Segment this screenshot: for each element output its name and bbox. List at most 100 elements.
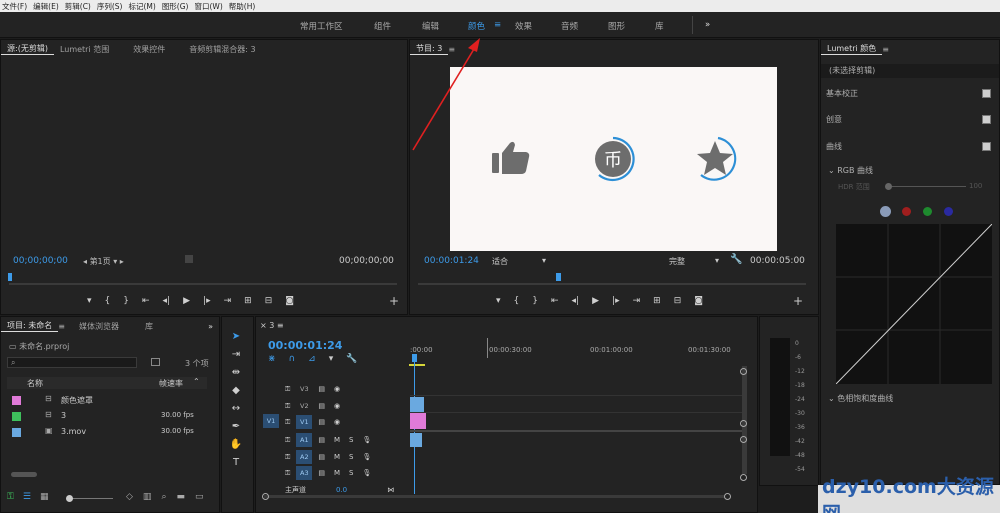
h-scrollbar[interactable] <box>264 495 724 498</box>
settings-icon[interactable] <box>185 255 193 263</box>
menu-sequence[interactable]: 序列(S) <box>97 1 123 12</box>
tab-libraries[interactable]: 库 <box>139 321 159 332</box>
panel-menu-icon[interactable]: ≡ <box>882 45 889 54</box>
timeline-playhead-handle[interactable] <box>412 354 417 362</box>
mute-icon[interactable]: M <box>334 453 340 461</box>
menu-clip[interactable]: 剪辑(C) <box>65 1 91 12</box>
lock-icon[interactable]: ⚿ <box>285 402 290 411</box>
menu-graphics[interactable]: 图形(G) <box>162 1 189 12</box>
lock-icon[interactable]: ⚿ <box>285 418 290 427</box>
rgb-curve-graph[interactable] <box>836 224 992 384</box>
overwrite-icon[interactable]: ⊟ <box>265 296 273 306</box>
section-curves[interactable]: 曲线 <box>826 139 991 153</box>
program-playhead[interactable] <box>556 273 561 281</box>
tab-media-browser[interactable]: 媒体浏览器 <box>73 321 125 332</box>
tab-source[interactable]: 源:(无剪辑) <box>1 43 54 55</box>
lock-icon[interactable]: ⚿ <box>7 492 14 502</box>
source-time-ruler[interactable] <box>9 283 397 285</box>
track-v3[interactable]: ⚿ V3 ▤ ◉ <box>285 381 340 397</box>
razor-tool-icon[interactable]: ◆ <box>229 384 243 398</box>
hue-sat-header[interactable]: ⌄ 色相饱和度曲线 <box>828 393 893 404</box>
extract-icon[interactable]: ⊟ <box>674 296 682 306</box>
search-input[interactable]: ⌕ <box>7 357 137 368</box>
settings-wrench-icon[interactable]: 🔧 <box>346 354 357 364</box>
sync-icon[interactable]: ▤ <box>318 436 325 444</box>
sync-icon[interactable]: ▤ <box>318 402 325 410</box>
color-matte-clip-v1[interactable] <box>410 413 426 429</box>
workspace-tab-effects[interactable]: 效果 <box>515 20 532 32</box>
list-item[interactable]: ⊟ 颜色遮罩 <box>7 393 207 407</box>
quality-dropdown[interactable]: 完整 ▾ <box>669 256 719 267</box>
mic-icon[interactable]: 🎙 <box>362 469 371 477</box>
workspace-tab-assembly[interactable]: 组件 <box>374 20 391 32</box>
step-back-icon[interactable]: ◂| <box>163 296 171 306</box>
track-v2[interactable]: ⚿ V2 ▤ ◉ <box>285 398 340 414</box>
menu-help[interactable]: 帮助(H) <box>229 1 256 12</box>
pen-tool-icon[interactable]: ✒ <box>229 420 243 434</box>
list-item[interactable]: ▣ 3.mov 30.00 fps <box>7 425 207 439</box>
mic-icon[interactable]: 🎙 <box>362 453 371 461</box>
step-forward-icon[interactable]: |▸ <box>612 296 620 306</box>
menu-edit[interactable]: 编辑(E) <box>33 1 59 12</box>
workspace-tab-essentials[interactable]: 常用工作区 <box>300 20 343 32</box>
track-select-tool-icon[interactable]: ⇥ <box>229 348 243 362</box>
add-button-icon[interactable]: + <box>793 294 803 308</box>
program-timecode[interactable]: 00:00:01:24 <box>424 256 479 266</box>
track-a2[interactable]: ⚿ A2 ▤ M S 🎙 <box>285 449 371 465</box>
tab-effect-controls[interactable]: 效果控件 <box>127 44 171 55</box>
sync-icon[interactable]: ▤ <box>318 385 325 393</box>
section-basic-correction[interactable]: 基本校正 <box>826 86 991 100</box>
scroll-handle[interactable] <box>724 493 731 500</box>
bin-icon[interactable] <box>151 358 160 366</box>
source-patch-v1[interactable]: V1 <box>263 414 279 428</box>
eye-icon[interactable]: ◉ <box>334 385 340 393</box>
source-timecode[interactable]: 00;00;00;00 <box>13 256 68 266</box>
mic-icon[interactable]: 🎙 <box>362 436 371 444</box>
col-fps[interactable]: 帧速率 <box>159 378 183 389</box>
channel-blue[interactable] <box>944 207 953 216</box>
sync-icon[interactable]: ▤ <box>318 453 325 461</box>
workspace-overflow-icon[interactable]: » <box>705 20 710 30</box>
solo-icon[interactable]: S <box>349 453 353 461</box>
workspace-tab-graphics[interactable]: 图形 <box>608 20 625 32</box>
menu-markers[interactable]: 标记(M) <box>128 1 155 12</box>
col-name[interactable]: 名称 <box>27 378 43 389</box>
sync-icon[interactable]: ▤ <box>318 469 325 477</box>
channel-red[interactable] <box>902 207 911 216</box>
automate-icon[interactable]: ▥ <box>143 492 152 502</box>
hdr-slider[interactable] <box>886 186 966 187</box>
rgb-curve-header[interactable]: ⌄ RGB 曲线 <box>828 165 873 176</box>
video-clip-v2[interactable] <box>410 397 424 412</box>
eye-icon[interactable]: ◉ <box>334 402 340 410</box>
sort-icon[interactable]: ◇ <box>126 492 133 502</box>
track-a1[interactable]: ⚿ A1 ▤ M S 🎙 <box>285 432 371 448</box>
add-marker-icon[interactable]: ▾ <box>329 354 334 364</box>
checkbox[interactable] <box>982 114 991 124</box>
mute-icon[interactable]: M <box>334 436 340 444</box>
overflow-icon[interactable]: » <box>208 322 213 331</box>
workspace-menu-icon[interactable]: ≡ <box>494 20 501 30</box>
workspace-tab-audio[interactable]: 音频 <box>561 20 578 32</box>
menu-window[interactable]: 窗口(W) <box>194 1 222 12</box>
lock-icon[interactable]: ⚿ <box>285 385 290 394</box>
label-color-swatch[interactable] <box>12 396 21 405</box>
eye-icon[interactable]: ◉ <box>334 418 340 426</box>
add-button-icon[interactable]: + <box>389 294 399 308</box>
scroll-handle[interactable] <box>740 474 747 481</box>
source-playhead[interactable] <box>8 273 12 281</box>
track-v1[interactable]: ⚿ V1 ▤ ◉ <box>285 414 340 430</box>
checkbox[interactable] <box>982 88 991 98</box>
camera-icon[interactable]: ◙ <box>285 296 294 306</box>
solo-icon[interactable]: S <box>349 436 353 444</box>
step-back-icon[interactable]: ◂| <box>572 296 580 306</box>
step-forward-icon[interactable]: |▸ <box>203 296 211 306</box>
channel-luma[interactable] <box>880 206 891 217</box>
go-to-in-icon[interactable]: ⇤ <box>142 296 150 306</box>
checkbox[interactable] <box>982 141 991 151</box>
go-to-out-icon[interactable]: ⇥ <box>224 296 232 306</box>
tab-lumetri-color[interactable]: Lumetri 颜色 <box>821 43 883 55</box>
panel-menu-icon[interactable]: ≡ <box>58 322 65 331</box>
new-item-icon[interactable]: ▭ <box>195 492 204 502</box>
list-item[interactable]: ⊟ 3 30.00 fps <box>7 409 207 423</box>
lock-icon[interactable]: ⚿ <box>285 436 290 445</box>
